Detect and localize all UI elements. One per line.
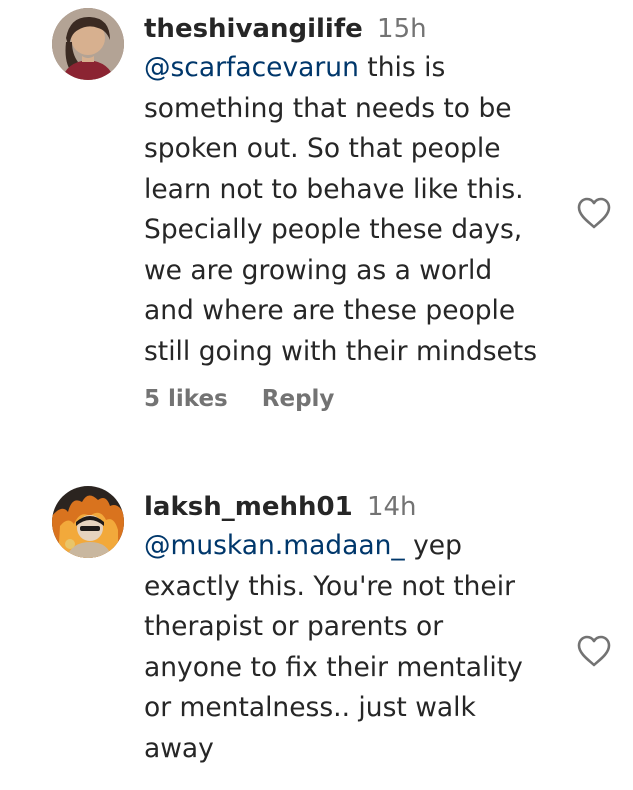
avatar-image: [52, 486, 124, 558]
comment-line: spoken out. So that people: [144, 133, 501, 164]
comment-line: Specially people these days,: [144, 214, 523, 245]
comment-line: we are growing as a world: [144, 254, 493, 286]
comment-text: @scarfacevarun this is something that ne…: [144, 48, 574, 372]
heart-outline-icon: [577, 197, 611, 229]
comment-line: learn not to behave like this.: [144, 173, 524, 205]
comment-text-fragment: yep: [404, 530, 462, 561]
comment-line: or mentalness.. just walk: [144, 692, 476, 723]
reply-button[interactable]: Reply: [262, 386, 335, 412]
comment-line: anyone to fix their mentality: [144, 651, 523, 683]
avatar[interactable]: [52, 486, 124, 558]
comment-line: therapist or parents or: [144, 611, 444, 642]
comment-header: theshivangilife 15h: [144, 10, 574, 48]
heart-outline-icon: [577, 635, 611, 667]
username[interactable]: laksh_mehh01: [144, 492, 353, 522]
likes-count-button[interactable]: 5 likes: [144, 386, 228, 412]
comment-body: laksh_mehh01 14h @muskan.madaan_ yep exa…: [144, 488, 574, 769]
comment-first-line: @muskan.madaan_ yep: [144, 526, 574, 567]
comment-line: exactly this. You're not their: [144, 570, 515, 602]
comment-first-line: @scarfacevarun this is: [144, 48, 574, 89]
like-button[interactable]: [576, 634, 612, 668]
timestamp: 14h: [366, 492, 417, 522]
comment-line: something that needs to be: [144, 92, 512, 124]
timestamp: 15h: [377, 14, 427, 44]
mention-link[interactable]: @muskan.madaan_: [144, 530, 405, 561]
comment-text-fragment: this is: [358, 52, 446, 83]
comment-header: laksh_mehh01 14h: [144, 488, 574, 526]
comment-text: @muskan.madaan_ yep exactly this. You're…: [144, 526, 574, 769]
comment-line: still going with their mindsets: [144, 335, 538, 367]
mention-link[interactable]: @scarfacevarun: [144, 52, 359, 83]
avatar-image: [52, 8, 124, 80]
comment-body: theshivangilife 15h @scarfacevarun this …: [144, 10, 574, 412]
avatar[interactable]: [52, 8, 124, 80]
like-button[interactable]: [576, 196, 612, 230]
username[interactable]: theshivangilife: [144, 14, 363, 44]
comment-line: away: [144, 732, 214, 764]
comment-actions: 5 likes Reply: [144, 386, 574, 412]
comment-line: and where are these people: [144, 295, 516, 326]
